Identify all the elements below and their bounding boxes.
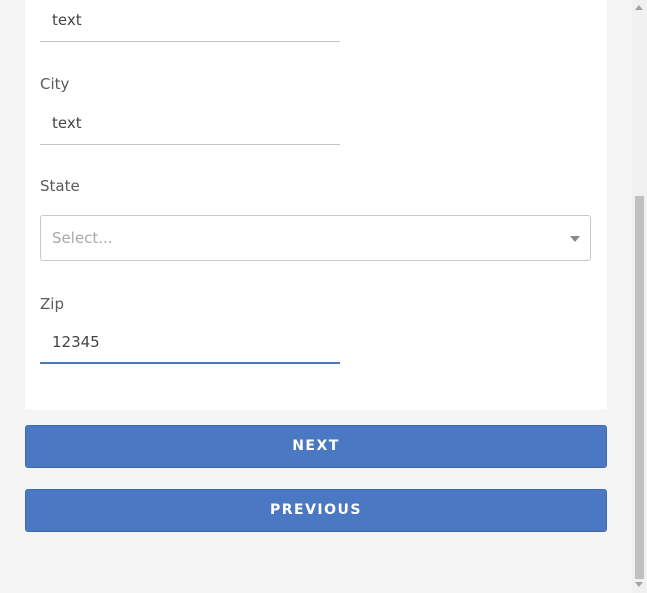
vertical-scrollbar[interactable] [632, 0, 647, 593]
arrow-up-icon[interactable] [635, 5, 643, 10]
next-button[interactable]: NEXT [25, 425, 607, 468]
city-input[interactable]: text [40, 103, 340, 145]
state-select[interactable]: Select... [40, 215, 591, 261]
scrollbar-thumb[interactable] [635, 196, 644, 579]
address-form-card: text City text State Select... Zip 12345 [25, 0, 607, 410]
zip-input[interactable]: 12345 [40, 322, 340, 364]
state-select-placeholder: Select... [52, 229, 113, 247]
city-label: City [40, 75, 70, 93]
chevron-down-icon[interactable] [570, 236, 580, 242]
state-label: State [40, 177, 80, 195]
page-viewport: text City text State Select... Zip 12345… [0, 0, 632, 593]
arrow-down-icon[interactable] [635, 582, 643, 587]
address-input[interactable]: text [40, 0, 340, 42]
zip-label: Zip [40, 295, 64, 313]
previous-button[interactable]: PREVIOUS [25, 489, 607, 532]
